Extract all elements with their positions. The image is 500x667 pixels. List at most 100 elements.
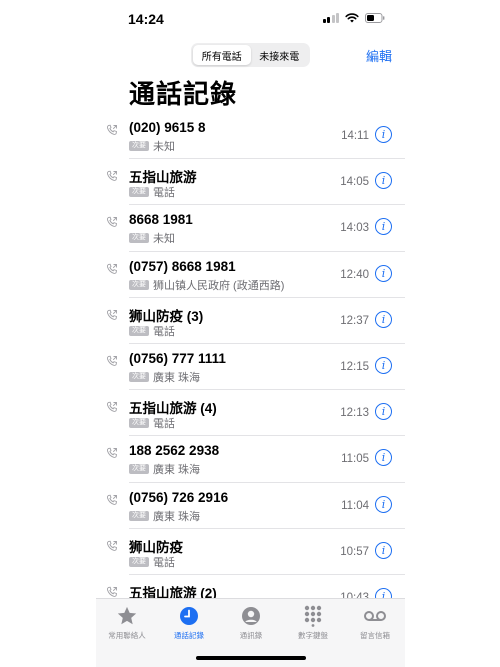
call-row[interactable]: 188 2562 2938 次要 廣東 珠海 11:05 i bbox=[96, 436, 405, 483]
call-subtitle: 次要 廣東 珠海 bbox=[129, 369, 200, 385]
phone-handset-icon bbox=[107, 263, 118, 274]
call-subtitle: 次要 廣東 珠海 bbox=[129, 461, 200, 477]
call-row[interactable]: (0756) 777 1111 次要 廣東 珠海 12:15 i bbox=[96, 344, 405, 391]
info-icon[interactable]: i bbox=[375, 172, 392, 190]
caller-name: (020) 9615 8 bbox=[129, 120, 206, 135]
phone-handset-icon bbox=[107, 124, 118, 135]
tab-recents[interactable]: 通話記錄 bbox=[158, 605, 220, 641]
home-indicator bbox=[196, 656, 306, 660]
call-detail: 未知 bbox=[153, 233, 175, 246]
edit-button[interactable]: 編輯 bbox=[366, 46, 392, 65]
call-row[interactable]: 狮山防疫 次要 電話 10:57 i bbox=[96, 529, 405, 576]
caller-name: 五指山旅游 bbox=[129, 170, 197, 186]
info-icon[interactable]: i bbox=[375, 495, 392, 513]
tab-label: 留言信箱 bbox=[360, 631, 390, 640]
tab-label: 常用聯絡人 bbox=[108, 631, 146, 640]
info-icon[interactable]: i bbox=[375, 264, 392, 282]
tab-favorites[interactable]: 常用聯絡人 bbox=[96, 605, 158, 641]
call-subtitle: 次要 廣東 珠海 bbox=[129, 508, 200, 524]
status-bar: 14:24 bbox=[96, 0, 405, 40]
tab-contacts[interactable]: 通訊錄 bbox=[220, 605, 282, 641]
phone-handset-icon bbox=[107, 170, 118, 182]
call-time: 14:03 bbox=[340, 222, 369, 235]
status-time: 14:24 bbox=[128, 11, 164, 27]
call-subtitle: 次要 未知 bbox=[129, 138, 175, 154]
call-detail: 電話 bbox=[153, 556, 175, 569]
info-icon[interactable]: i bbox=[375, 403, 392, 421]
sim-line-badge: 次要 bbox=[129, 279, 149, 290]
call-row[interactable]: (020) 9615 8 次要 未知 14:11 i bbox=[96, 113, 405, 160]
caller-name: 8668 1981 bbox=[129, 212, 193, 228]
info-icon[interactable]: i bbox=[375, 356, 392, 374]
wifi-icon bbox=[345, 13, 359, 23]
call-time: 12:40 bbox=[340, 268, 369, 281]
caller-name: 五指山旅游 (4) bbox=[129, 401, 217, 417]
sim-line-badge: 次要 bbox=[129, 233, 149, 244]
call-time: 12:15 bbox=[340, 360, 369, 373]
page-title: 通話記錄 bbox=[129, 79, 238, 109]
call-detail: 狮山镇人民政府 (政通西路) bbox=[153, 279, 285, 292]
call-time: 11:04 bbox=[341, 499, 369, 512]
call-row[interactable]: 五指山旅游 次要 電話 14:05 i bbox=[96, 159, 405, 206]
call-subtitle: 次要 電話 bbox=[129, 415, 175, 431]
phone-screen: 14:24 所有電話 未接來電 編輯 通話記錄 (020) 9615 8 次要 … bbox=[96, 0, 405, 667]
battery-icon bbox=[365, 13, 385, 23]
call-detail: 未知 bbox=[153, 141, 175, 153]
call-time: 12:37 bbox=[340, 314, 369, 327]
tab-voicemail[interactable]: 留言信箱 bbox=[344, 605, 405, 641]
info-icon[interactable]: i bbox=[375, 310, 392, 328]
call-subtitle: 次要 狮山镇人民政府 (政通西路) bbox=[129, 277, 284, 293]
call-row[interactable]: 狮山防疫 (3) 次要 電話 12:37 i bbox=[96, 298, 405, 345]
tab-label: 通話記錄 bbox=[174, 631, 204, 640]
call-row[interactable]: (0757) 8668 1981 次要 狮山镇人民政府 (政通西路) 12:40… bbox=[96, 252, 405, 298]
segment-missed-calls[interactable]: 未接來電 bbox=[251, 45, 309, 65]
sim-line-badge: 次要 bbox=[129, 141, 149, 151]
phone-handset-icon bbox=[107, 217, 118, 228]
clock-icon bbox=[180, 607, 198, 625]
contact-icon bbox=[242, 607, 260, 625]
call-detail: 電話 bbox=[153, 325, 175, 338]
status-icons bbox=[322, 13, 386, 23]
caller-name: (0757) 8668 1981 bbox=[129, 258, 236, 274]
caller-name: 188 2562 2938 bbox=[129, 443, 220, 459]
tab-label: 數字鍵盤 bbox=[298, 631, 328, 640]
phone-handset-icon bbox=[107, 401, 118, 412]
sim-line-badge: 次要 bbox=[129, 371, 149, 382]
phone-handset-icon bbox=[107, 540, 118, 551]
info-icon[interactable]: i bbox=[375, 126, 392, 143]
call-detail: 廣東 珠海 bbox=[153, 510, 201, 523]
phone-handset-icon bbox=[107, 494, 118, 505]
call-subtitle: 次要 電話 bbox=[129, 554, 175, 570]
caller-name: (0756) 777 1111 bbox=[129, 350, 226, 366]
info-icon[interactable]: i bbox=[375, 449, 392, 467]
call-detail: 廣東 珠海 bbox=[153, 464, 201, 477]
sim-line-badge: 次要 bbox=[129, 187, 149, 198]
segment-all-calls[interactable]: 所有電話 bbox=[193, 45, 251, 65]
sim-line-badge: 次要 bbox=[129, 510, 149, 521]
star-icon bbox=[117, 606, 137, 625]
tab-label: 通訊錄 bbox=[239, 631, 263, 640]
call-row[interactable]: 8668 1981 次要 未知 14:03 i bbox=[96, 205, 405, 252]
call-row[interactable]: 五指山旅游 (4) 次要 電話 12:13 i bbox=[96, 390, 405, 437]
phone-handset-icon bbox=[107, 309, 118, 320]
sim-line-badge: 次要 bbox=[129, 325, 149, 336]
tab-keypad[interactable]: 數字鍵盤 bbox=[282, 605, 344, 641]
sim-line-badge: 次要 bbox=[129, 556, 149, 567]
phone-handset-icon bbox=[107, 448, 118, 459]
call-time: 11:05 bbox=[341, 453, 369, 466]
info-icon[interactable]: i bbox=[375, 218, 392, 236]
sim-line-badge: 次要 bbox=[129, 464, 149, 475]
call-time: 10:57 bbox=[340, 545, 369, 558]
call-row[interactable]: (0756) 726 2916 次要 廣東 珠海 11:04 i bbox=[96, 483, 405, 529]
call-time: 14:11 bbox=[341, 130, 369, 142]
call-detail: 廣東 珠海 bbox=[153, 371, 201, 384]
call-time: 12:13 bbox=[340, 407, 369, 420]
call-subtitle: 次要 電話 bbox=[129, 184, 175, 200]
phone-handset-icon bbox=[107, 586, 118, 597]
info-icon[interactable]: i bbox=[375, 541, 392, 559]
sim-line-badge: 次要 bbox=[129, 418, 149, 429]
call-detail: 電話 bbox=[153, 187, 175, 200]
call-subtitle: 次要 電話 bbox=[129, 323, 175, 339]
call-filter-segment: 所有電話 未接來電 bbox=[191, 43, 310, 67]
cellular-signal-icon bbox=[322, 13, 339, 23]
